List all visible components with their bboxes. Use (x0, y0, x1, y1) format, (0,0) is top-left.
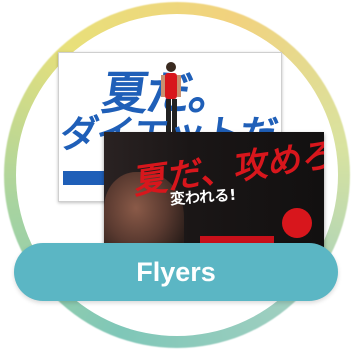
flyer-logo-box (63, 171, 105, 185)
category-label: Flyers (136, 256, 216, 287)
price-badge-icon (282, 208, 312, 238)
flyer-subline: 変われる! (169, 185, 237, 209)
flyer-image-campaign: 夏だ、攻めろ。 変われる! (104, 132, 324, 254)
category-label-button[interactable]: Flyers (14, 243, 338, 301)
flyers-card[interactable]: 夏だ。 ダイエットだ。 夏だ、攻めろ。 変われる! Flyers (0, 0, 353, 353)
